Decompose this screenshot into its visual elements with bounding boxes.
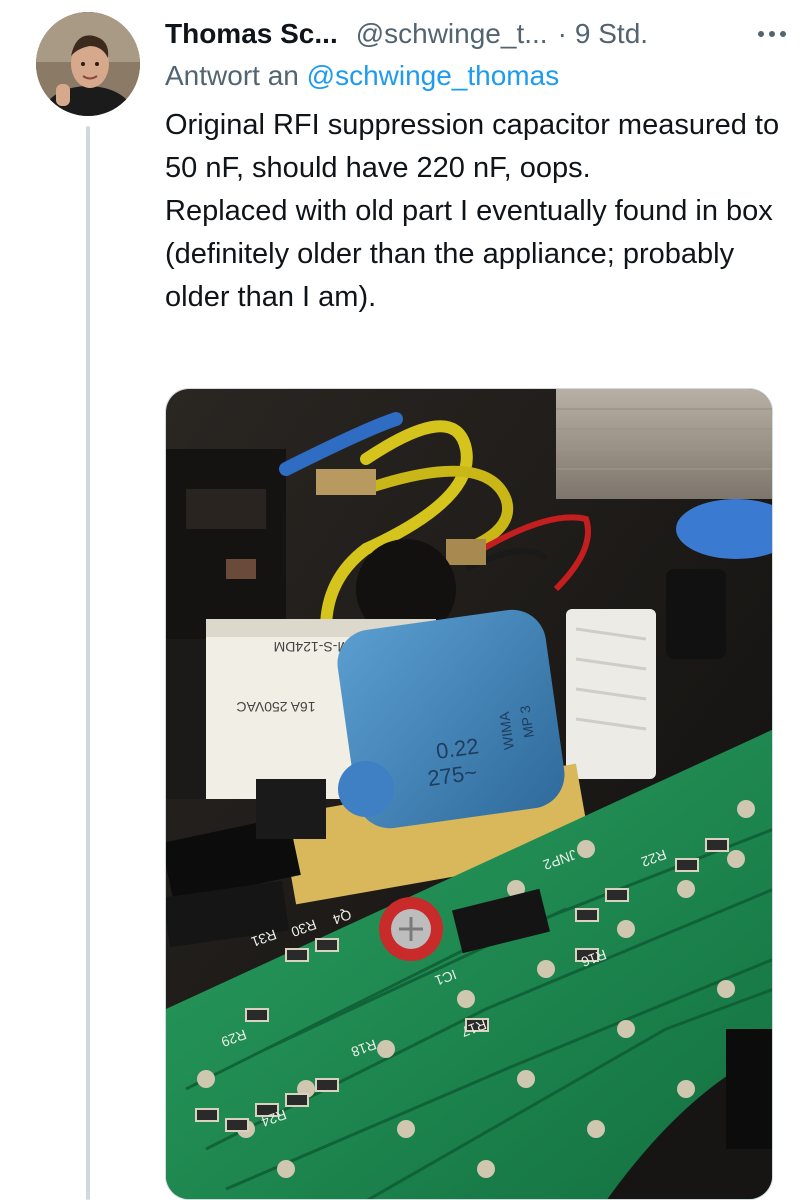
- tweet-text: Original RFI suppression capacitor measu…: [165, 109, 780, 313]
- separator: ·: [557, 18, 567, 49]
- reply-prefix: Antwort an: [165, 60, 299, 91]
- tweet-content: Thomas Sc... @schwinge_t... · 9 Std. Ant…: [165, 12, 790, 319]
- display-name[interactable]: Thomas Sc...: [165, 18, 338, 50]
- tweet-photo[interactable]: SM-S-124DM 16A 250VAC 0.22 275~ WIMA MP …: [165, 388, 773, 1200]
- thread-line: [86, 126, 90, 1200]
- tweet-header: Thomas Sc... @schwinge_t... · 9 Std.: [165, 12, 790, 56]
- avatar-column: [36, 12, 140, 116]
- avatar[interactable]: [36, 12, 140, 116]
- more-horizontal-icon[interactable]: [754, 25, 790, 43]
- reply-handle-link[interactable]: @schwinge_thomas: [307, 60, 560, 91]
- timestamp[interactable]: 9 Std.: [575, 18, 648, 50]
- reply-to: Antwort an @schwinge_thomas: [165, 60, 790, 100]
- relay-rating: 16A 250VAC: [236, 699, 315, 715]
- pcb-photo: SM-S-124DM 16A 250VAC 0.22 275~ WIMA MP …: [166, 389, 772, 1199]
- tweet[interactable]: Thomas Sc... @schwinge_t... · 9 Std. Ant…: [0, 0, 810, 1200]
- user-handle[interactable]: @schwinge_t...: [356, 18, 548, 50]
